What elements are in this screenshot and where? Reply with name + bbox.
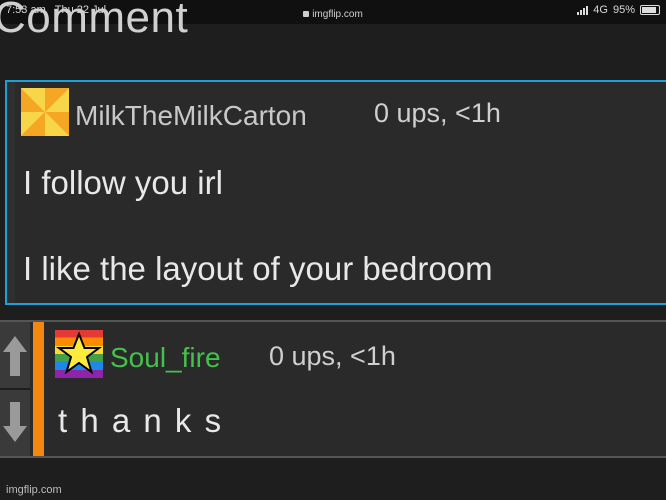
- url-text: imgflip.com: [312, 9, 363, 20]
- comment-meta: 0 ups, <1h: [269, 341, 396, 371]
- comment-meta: 0 ups, <1h: [374, 98, 501, 128]
- downvote-button[interactable]: [0, 392, 30, 452]
- star-icon: [56, 331, 102, 375]
- network-label: 4G: [593, 4, 608, 16]
- username-link[interactable]: Soul_fire: [110, 342, 221, 374]
- comment-text-line1: I follow you irl: [23, 164, 223, 201]
- page-heading: Comment: [0, 0, 189, 42]
- lock-icon: [303, 11, 310, 18]
- avatar-soul-fire[interactable]: [55, 330, 103, 378]
- upvote-button[interactable]: [0, 326, 30, 386]
- vote-column: [0, 322, 30, 456]
- signal-icon: [577, 5, 589, 15]
- arrow-up-icon: [3, 336, 27, 376]
- battery-percent: 95%: [612, 4, 635, 16]
- arrow-down-icon: [3, 402, 27, 442]
- reply-accent-bar: [33, 322, 44, 456]
- status-indicators: 4G 95%: [577, 4, 660, 16]
- battery-icon: [640, 5, 660, 15]
- comment-milkthemilkcarton: MilkTheMilkCarton 0 ups, <1h I follow yo…: [5, 80, 666, 305]
- watermark: imgflip.com: [6, 484, 62, 496]
- comment-soul-fire: Soul_fire 0 ups, <1h t h a n k s: [0, 320, 666, 458]
- username-link[interactable]: MilkTheMilkCarton: [75, 100, 307, 132]
- comment-text: t h a n k s: [58, 402, 224, 439]
- avatar-milkthemilkcarton[interactable]: [21, 88, 69, 136]
- vote-divider: [0, 388, 30, 390]
- comment-side-bar: [7, 82, 15, 303]
- comment-text-line2: I like the layout of your bedroom: [23, 250, 493, 287]
